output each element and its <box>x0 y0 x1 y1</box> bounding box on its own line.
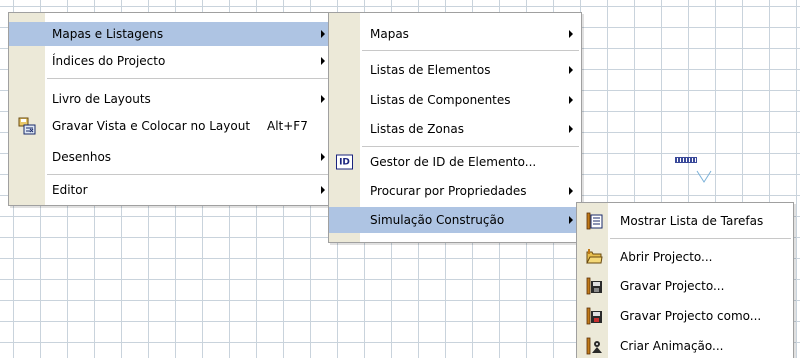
menu-separator <box>610 238 791 239</box>
menu-item-gravar-projecto-como[interactable]: Gravar Projecto como... <box>577 304 793 328</box>
save-project-as-icon <box>586 307 602 325</box>
menu-item-mapas-e-listagens[interactable]: Mapas e Listagens <box>9 22 333 46</box>
menu-separator <box>47 78 331 79</box>
submenu-arrow-icon <box>569 125 573 133</box>
menu-item-label: Criar Animação... <box>620 339 724 353</box>
simulacao-construcao-submenu: Mostrar Lista de Tarefas Abrir Projecto.… <box>576 202 794 358</box>
save-project-icon <box>586 277 602 295</box>
menu-item-label: Mapas <box>370 27 409 41</box>
menu-item-label: Desenhos <box>52 150 112 164</box>
canvas-dashed-marker <box>675 157 697 163</box>
menu-item-label: Índices do Projecto <box>52 54 166 68</box>
menu-item-simulacao-construcao[interactable]: Simulação Construção <box>329 207 581 233</box>
submenu-arrow-icon <box>321 186 325 194</box>
menu-item-label: Gravar Vista e Colocar no Layout <box>52 119 251 133</box>
menu-item-gravar-vista-layout[interactable]: Gravar Vista e Colocar no Layout Alt+F7 <box>9 114 333 138</box>
menu-item-label: Listas de Elementos <box>370 63 491 77</box>
menu-item-label: Mapas e Listagens <box>52 27 164 41</box>
menu-item-label: Gravar Projecto... <box>620 279 725 293</box>
menu-item-listas-de-componentes[interactable]: Listas de Componentes <box>329 88 581 112</box>
menu-item-livro-de-layouts[interactable]: Livro de Layouts <box>9 87 333 111</box>
id-manager-icon: ID <box>336 154 353 170</box>
save-view-layout-icon <box>18 117 36 135</box>
menu-item-label: Procurar por Propriedades <box>370 184 527 198</box>
menu-item-label: Listas de Componentes <box>370 93 511 107</box>
menu-item-mapas[interactable]: Mapas <box>329 22 581 46</box>
menu-item-label: Editor <box>52 183 88 197</box>
menu-item-label: Gestor de ID de Elemento... <box>370 155 537 169</box>
menu-item-criar-animacao[interactable]: Criar Animação... <box>577 334 793 358</box>
menu-separator <box>362 50 579 51</box>
menu-item-label: Simulação Construção <box>370 213 505 227</box>
menu-item-abrir-projecto[interactable]: Abrir Projecto... <box>577 245 793 269</box>
menu-separator <box>362 146 579 147</box>
menu-item-desenhos[interactable]: Desenhos <box>9 145 333 169</box>
open-project-icon <box>586 249 603 264</box>
menu-item-shortcut: Alt+F7 <box>267 119 308 133</box>
create-animation-icon <box>586 337 602 355</box>
menu-item-label: Gravar Projecto como... <box>620 309 762 323</box>
menu-item-procurar-por-propriedades[interactable]: Procurar por Propriedades <box>329 179 581 203</box>
submenu-arrow-icon <box>569 187 573 195</box>
menu-item-listas-de-zonas[interactable]: Listas de Zonas <box>329 117 581 141</box>
submenu-arrow-icon <box>569 66 573 74</box>
menu-item-indices-do-projecto[interactable]: Índices do Projecto <box>9 49 333 73</box>
submenu-arrow-icon <box>321 30 325 38</box>
submenu-arrow-icon <box>569 216 573 224</box>
menu-item-listas-de-elementos[interactable]: Listas de Elementos <box>329 58 581 82</box>
submenu-arrow-icon <box>321 95 325 103</box>
menu-item-label: Mostrar Lista de Tarefas <box>620 214 764 228</box>
menu-item-label: Livro de Layouts <box>52 92 151 106</box>
submenu-arrow-icon <box>321 153 325 161</box>
menu-item-label: Listas de Zonas <box>370 122 464 136</box>
submenu-arrow-icon <box>569 30 573 38</box>
menu-item-gestor-de-id[interactable]: ID Gestor de ID de Elemento... <box>329 150 581 174</box>
mapas-listagens-submenu: Mapas Listas de Elementos Listas de Comp… <box>328 12 582 243</box>
task-list-icon <box>586 212 603 230</box>
submenu-arrow-icon <box>321 57 325 65</box>
menu-item-gravar-projecto[interactable]: Gravar Projecto... <box>577 274 793 298</box>
submenu-arrow-icon <box>569 96 573 104</box>
canvas-v-marker <box>696 170 712 183</box>
menu-separator <box>47 174 331 175</box>
menu-item-mostrar-lista-de-tarefas[interactable]: Mostrar Lista de Tarefas <box>577 208 793 234</box>
menu-item-editor[interactable]: Editor <box>9 178 333 202</box>
menu-item-label: Abrir Projecto... <box>620 250 713 264</box>
main-menu: Mapas e Listagens Índices do Projecto Li… <box>8 12 334 206</box>
